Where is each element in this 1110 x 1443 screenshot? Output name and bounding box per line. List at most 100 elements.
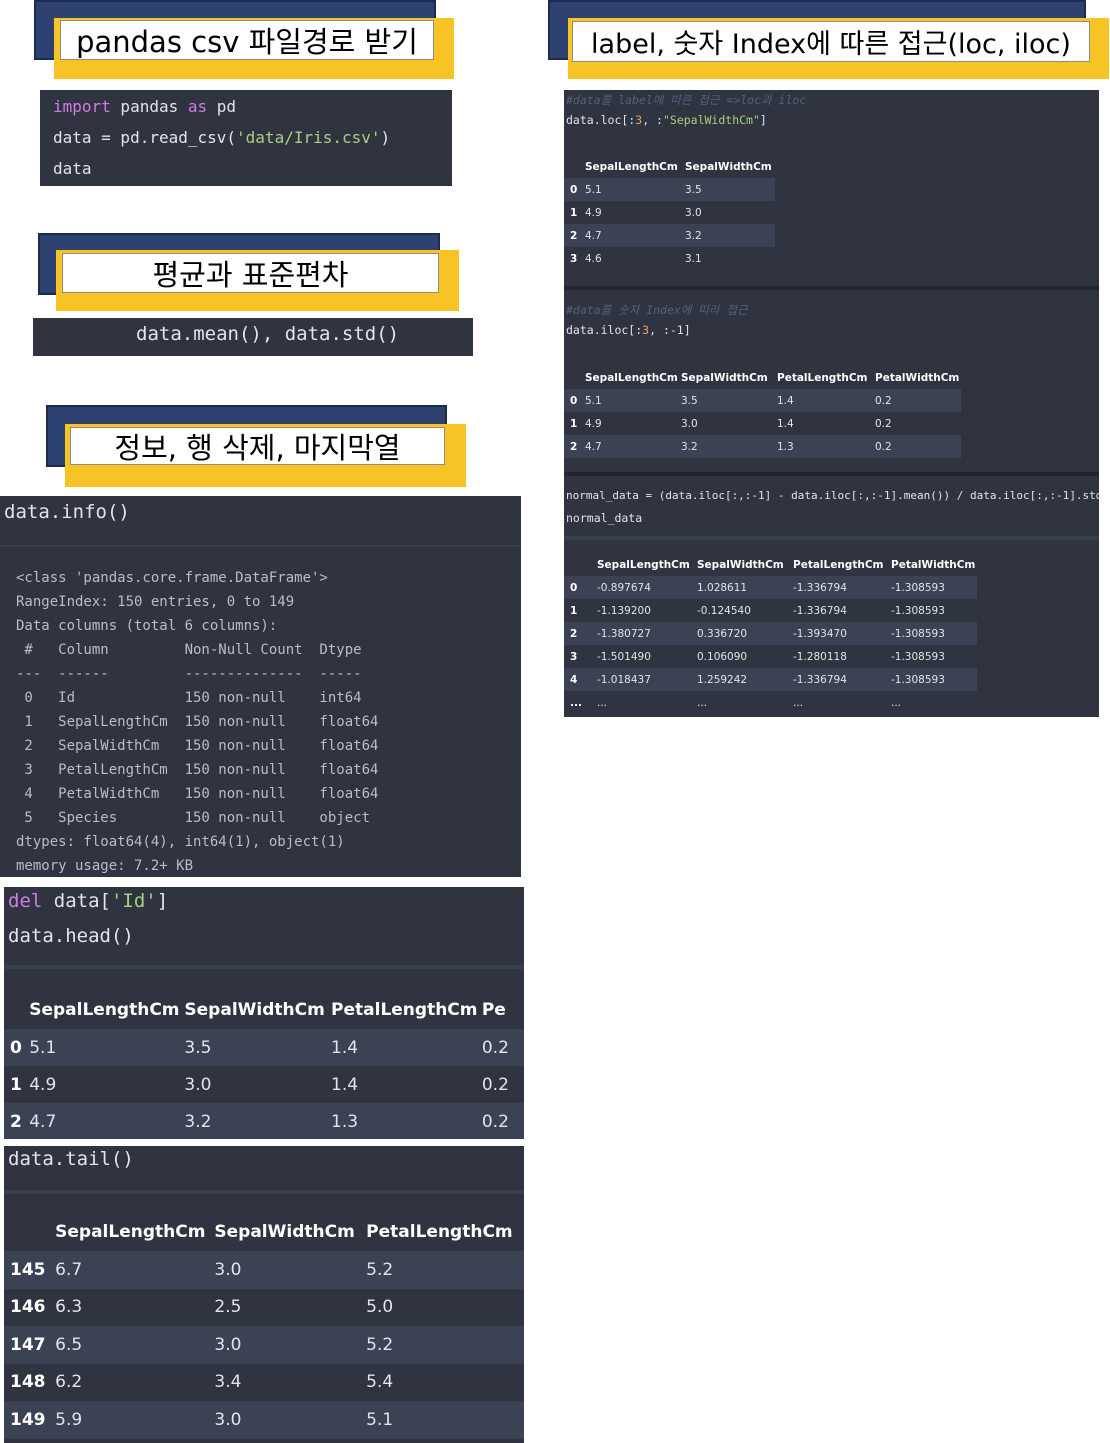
- row-index: 2: [4, 1103, 30, 1139]
- table-header-row: SepalLengthCm SepalWidthCm PetalLengthCm: [4, 1213, 524, 1251]
- table-cell: 6.3: [55, 1288, 215, 1326]
- row-index: 1: [4, 1066, 30, 1103]
- table-cell: 3.0: [214, 1251, 367, 1289]
- column-header: SepalLengthCm: [29, 1000, 180, 1020]
- index-header: [564, 554, 597, 576]
- row-index: 0: [4, 1029, 30, 1066]
- column-header: SepalLengthCm: [585, 161, 678, 173]
- code-comment: #data를 label에 따른 접근 =>loc과 iloc: [566, 93, 807, 107]
- index-header: [4, 1213, 55, 1251]
- code-line: data.loc[:3, :"SepalWidthCm"]: [566, 113, 767, 127]
- string-literal: 'Id': [110, 890, 157, 912]
- code-text: , :-1]: [649, 323, 691, 337]
- table-cell: -1.280118: [793, 645, 891, 668]
- table-row: 145 6.7 3.0 5.2: [4, 1251, 524, 1289]
- table-cell: 6.2: [55, 1363, 215, 1401]
- loc-code-panel: #data를 label에 따른 접근 =>loc과 iloc data.loc…: [564, 90, 1099, 717]
- table-cell: -1.380727: [597, 622, 697, 645]
- table-row: 0 5.1 3.5: [564, 178, 775, 201]
- code-text: ]: [759, 113, 767, 127]
- section-title-stats: 평균과 표준편차: [62, 253, 439, 293]
- row-index: 3: [564, 645, 597, 668]
- table-cell: 3.0: [214, 1326, 367, 1364]
- table-cell: -1.308593: [891, 645, 977, 668]
- column-header: PetalWidthCm: [875, 372, 960, 384]
- table-cell: 1.259242: [697, 668, 793, 691]
- table-cell: 0.106090: [697, 645, 793, 668]
- row-index: 3: [564, 247, 585, 270]
- table-cell: ...: [697, 691, 793, 714]
- table-cell: 0.2: [481, 1029, 524, 1066]
- table-row: 1 4.9 3.0 1.4 0.2: [4, 1066, 524, 1103]
- keyword: as: [187, 97, 208, 116]
- keyword: del: [8, 890, 43, 912]
- table-header-row: SepalLengthCm SepalWidthCm PetalLengthCm Pe…: [564, 367, 961, 389]
- table-header-row: SepalLengthCm SepalWidthCm PetalLengthCm Pe: [4, 991, 524, 1029]
- cell-divider: [564, 472, 1099, 476]
- output-line: 4 PetalWidthCm 150 non-null float64: [16, 786, 379, 802]
- table-cell: ...: [597, 691, 697, 714]
- table-cell: -0.897674: [597, 576, 697, 599]
- code-line: data.mean(), data.std(): [136, 323, 400, 345]
- row-index: 146: [4, 1288, 56, 1326]
- table-cell: 3.0: [184, 1066, 332, 1103]
- table-cell: -1.139200: [597, 599, 697, 622]
- table-cell: 5.4: [366, 1363, 524, 1401]
- normalized-dataframe: SepalLengthCm SepalWidthCm PetalLengthCm Pe…: [564, 554, 977, 714]
- code-text: data.iloc[:: [566, 323, 643, 337]
- table-cell: 0.2: [875, 435, 961, 458]
- code-text: ): [380, 128, 391, 147]
- code-text: , :: [642, 113, 663, 127]
- table-cell: -1.501490: [597, 645, 697, 668]
- table-cell: 3.0: [214, 1401, 367, 1439]
- code-line: data.tail(): [8, 1148, 134, 1170]
- code-comment: #data를 숫자 Index에 따라 접근: [566, 303, 748, 317]
- table-cell: 1.4: [777, 412, 875, 435]
- string-literal: "SepalWidthCm": [662, 113, 760, 127]
- table-cell: 5.2: [366, 1326, 524, 1364]
- table-cell: 4.6: [585, 247, 685, 270]
- row-index: 0: [564, 178, 585, 201]
- output-line: # Column Non-Null Count Dtype: [16, 642, 379, 658]
- table-cell: 4.9: [585, 201, 685, 224]
- row-index: 147: [4, 1326, 56, 1364]
- output-line: Data columns (total 6 columns):: [16, 618, 278, 634]
- code-text: data.loc[:: [566, 113, 636, 127]
- row-index: ...: [564, 691, 597, 714]
- output-line: <class 'pandas.core.frame.DataFrame'>: [16, 570, 328, 586]
- table-cell: -1.336794: [793, 576, 891, 599]
- output-block: <class 'pandas.core.frame.DataFrame'> Ran…: [16, 569, 378, 881]
- table-cell: 4.7: [585, 435, 681, 458]
- cell-divider: [564, 286, 1099, 290]
- table-cell: 5.1: [585, 389, 681, 412]
- code-text: data[: [42, 890, 111, 912]
- table-cell: 0.2: [875, 412, 961, 435]
- csv-code-panel: import pandas as pd data = pd.read_csv('…: [40, 90, 452, 186]
- code-text: pandas: [110, 97, 188, 116]
- table-cell: -1.308593: [891, 622, 977, 645]
- code-divider: [4, 1190, 524, 1194]
- table-row: 3 4.6 3.1: [564, 247, 775, 270]
- code-text: pd: [207, 97, 237, 116]
- code-text: data = pd.read_csv(: [53, 128, 237, 147]
- code-line: data.iloc[:3, :-1]: [566, 323, 691, 337]
- row-index: 1: [564, 599, 597, 622]
- keyword: import: [53, 97, 111, 116]
- table-cell: 1.4: [777, 389, 875, 412]
- table-cell: 3.2: [184, 1103, 332, 1139]
- table-cell: -1.018437: [597, 668, 697, 691]
- column-header: SepalWidthCm: [681, 372, 768, 384]
- table-cell: 1.3: [331, 1103, 482, 1139]
- code-line: data = pd.read_csv('data/Iris.csv'): [53, 128, 390, 147]
- index-header: [564, 156, 585, 178]
- table-cell: -0.124540: [697, 599, 793, 622]
- table-cell: 4.9: [585, 412, 681, 435]
- column-header: Pe: [481, 1000, 506, 1020]
- table-row: 148 6.2 3.4 5.4: [4, 1363, 524, 1401]
- table-cell: 0.2: [875, 389, 961, 412]
- table-cell: 5.9: [55, 1401, 215, 1439]
- index-header: [4, 991, 29, 1029]
- head-code-panel: del data['Id'] data.head() SepalLengthCm…: [4, 887, 524, 1139]
- table-cell: 5.1: [29, 1029, 185, 1066]
- output-line: 2 SepalWidthCm 150 non-null float64: [16, 738, 379, 754]
